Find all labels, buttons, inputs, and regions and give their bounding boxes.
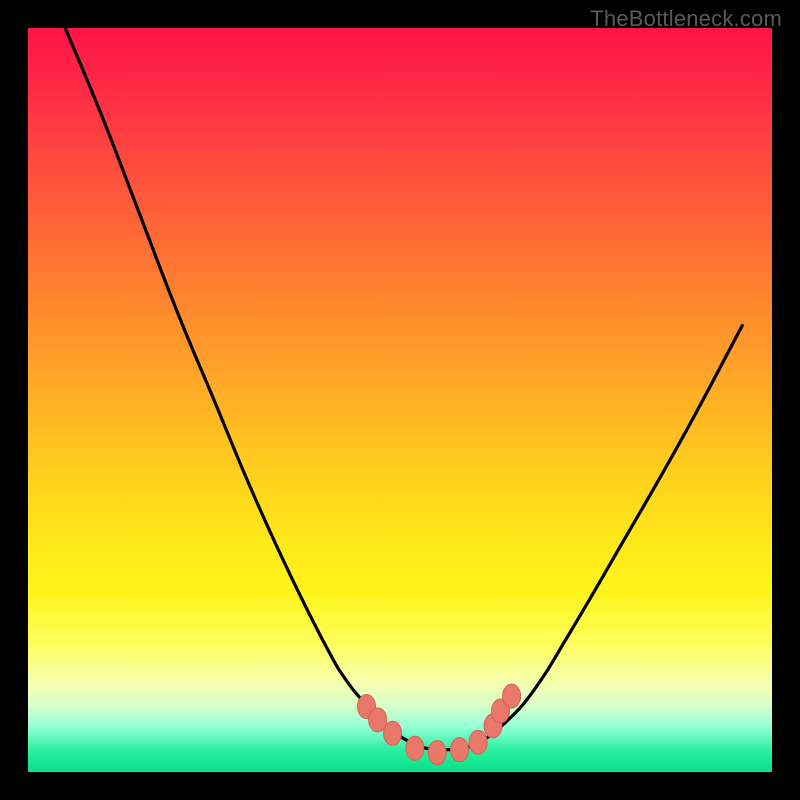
curve-marker — [428, 741, 446, 765]
curve-marker — [451, 738, 469, 762]
curve-marker — [384, 721, 402, 745]
plot-area — [28, 28, 772, 772]
bottleneck-curve — [65, 28, 742, 750]
watermark-text: TheBottleneck.com — [590, 6, 782, 32]
chart-frame: TheBottleneck.com — [0, 0, 800, 800]
curve-marker — [469, 730, 487, 754]
curve-marker — [503, 684, 521, 708]
marker-group — [358, 684, 521, 765]
curve-marker — [406, 736, 424, 760]
chart-svg — [28, 28, 772, 772]
